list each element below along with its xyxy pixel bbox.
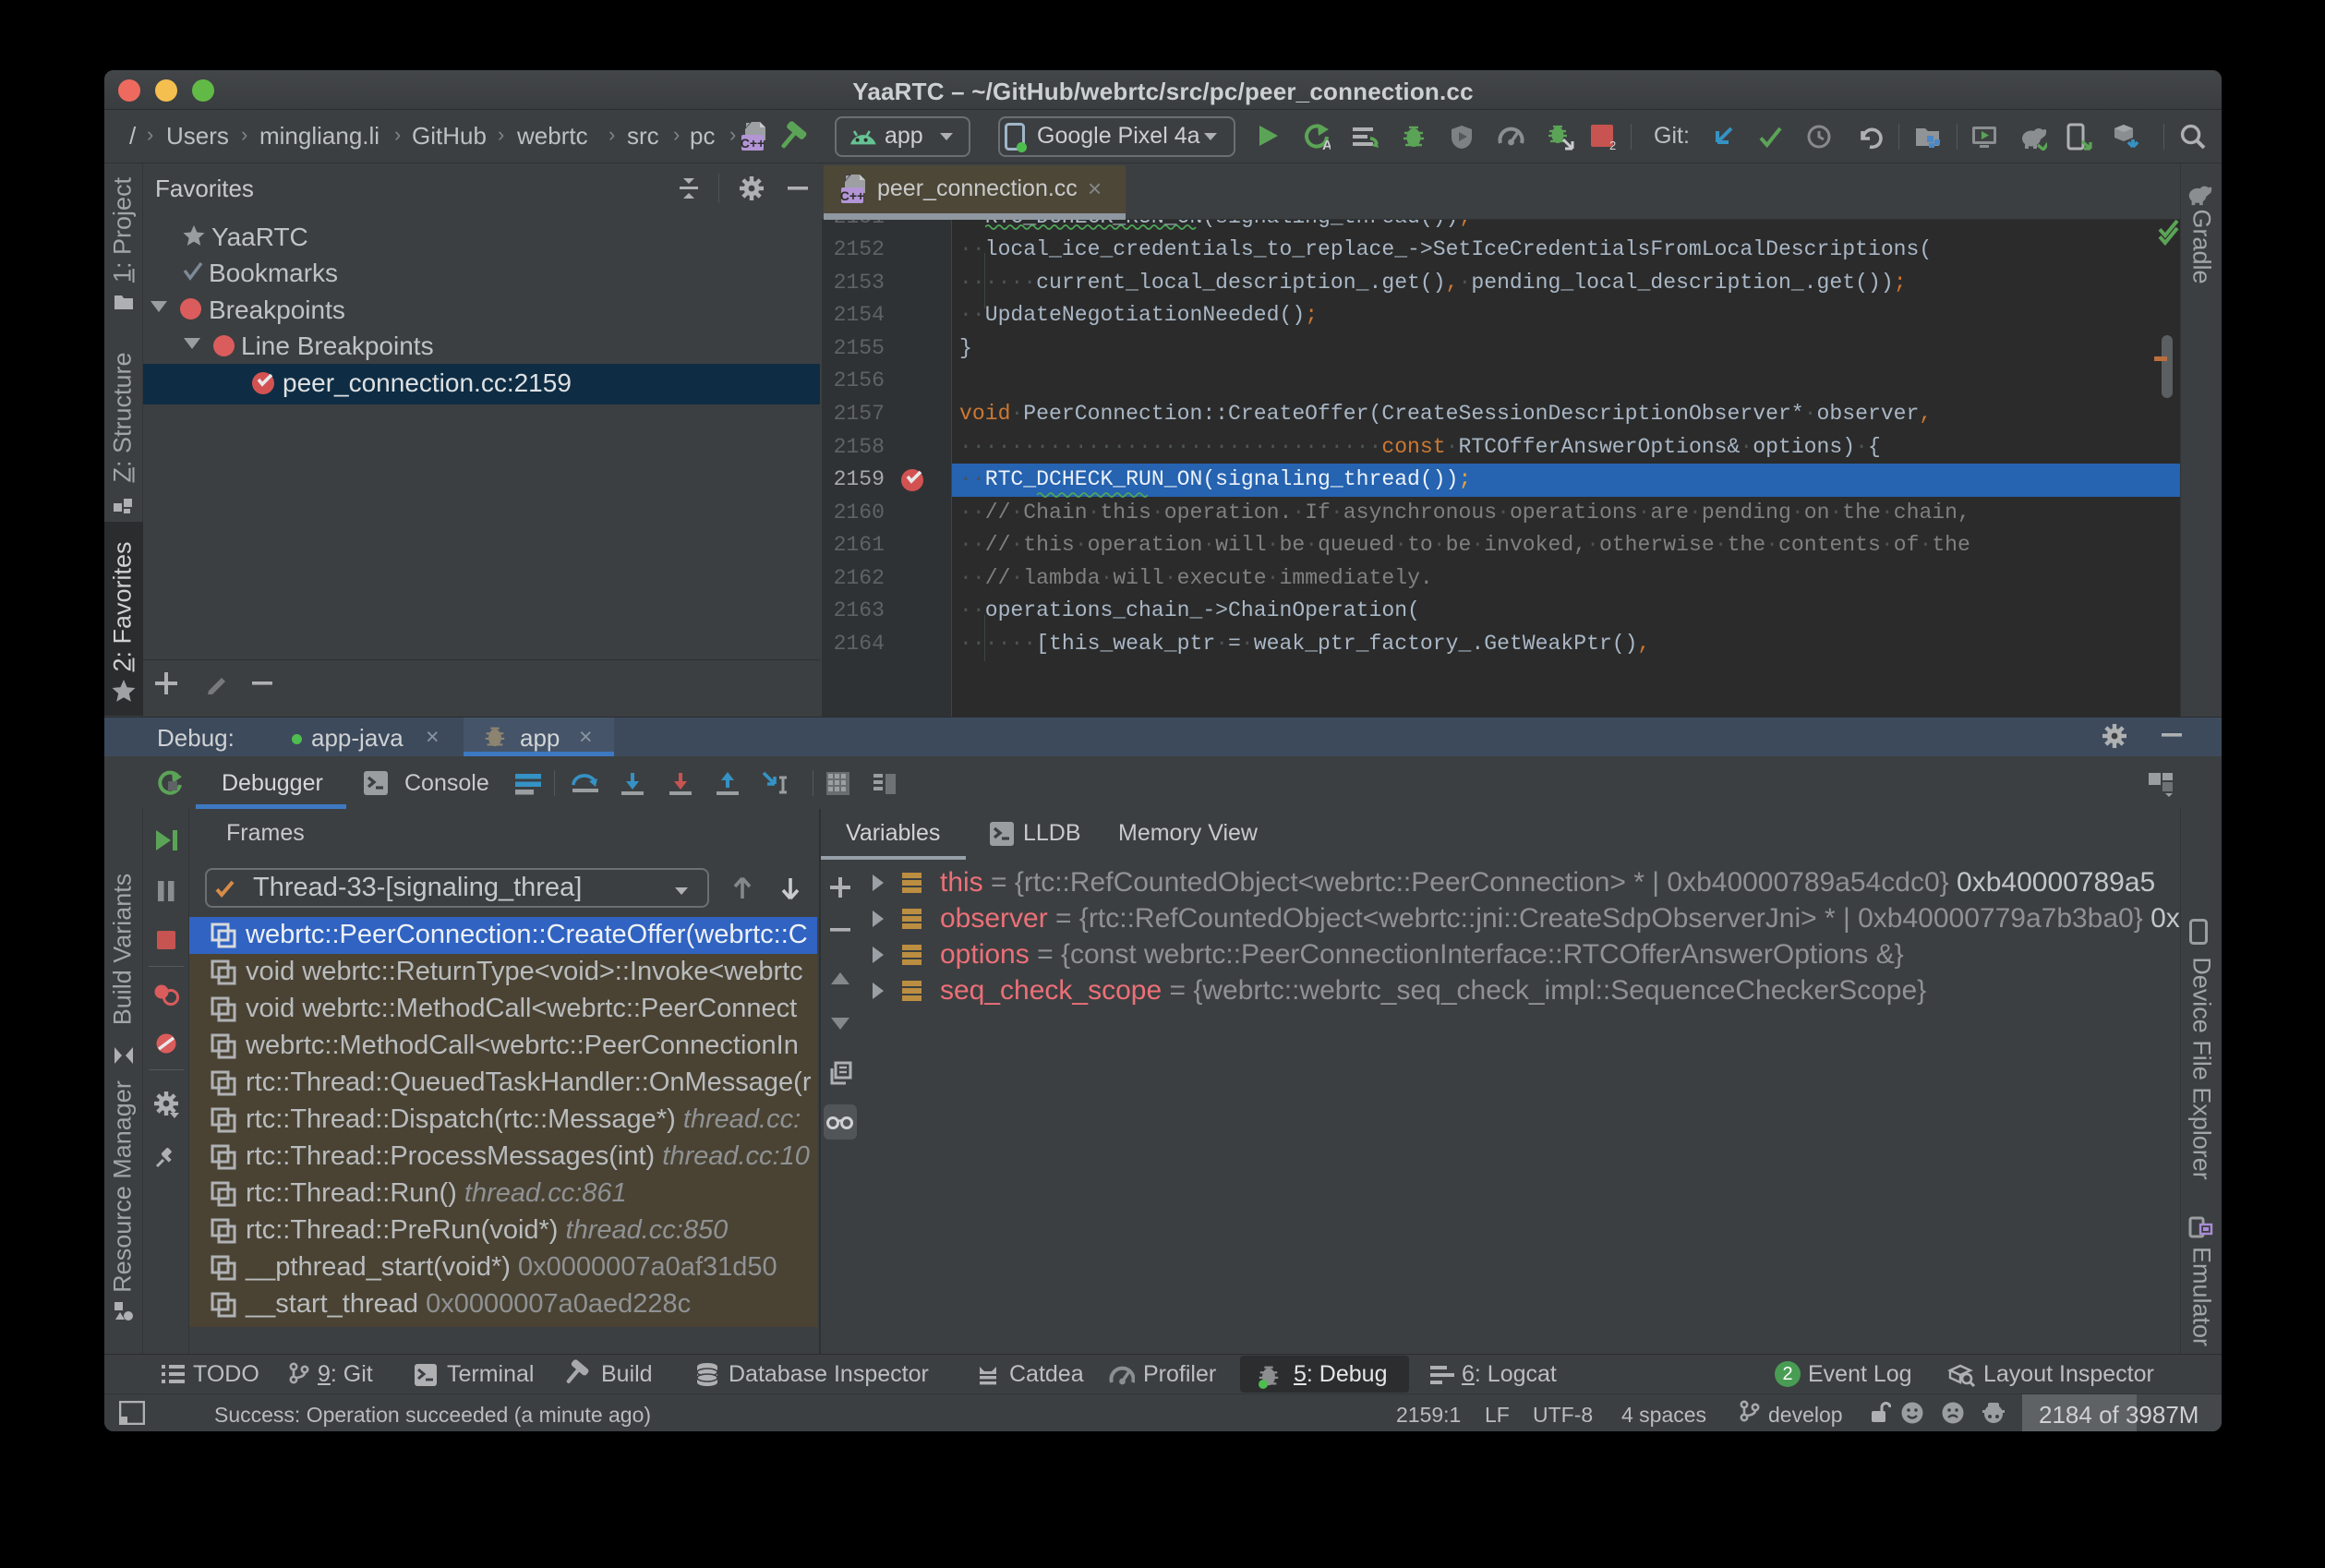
svg-text:C++: C++	[840, 188, 864, 203]
svg-text:2: 2	[1609, 139, 1616, 151]
svg-text:C++: C++	[741, 136, 765, 151]
svg-text:A: A	[1322, 138, 1331, 151]
